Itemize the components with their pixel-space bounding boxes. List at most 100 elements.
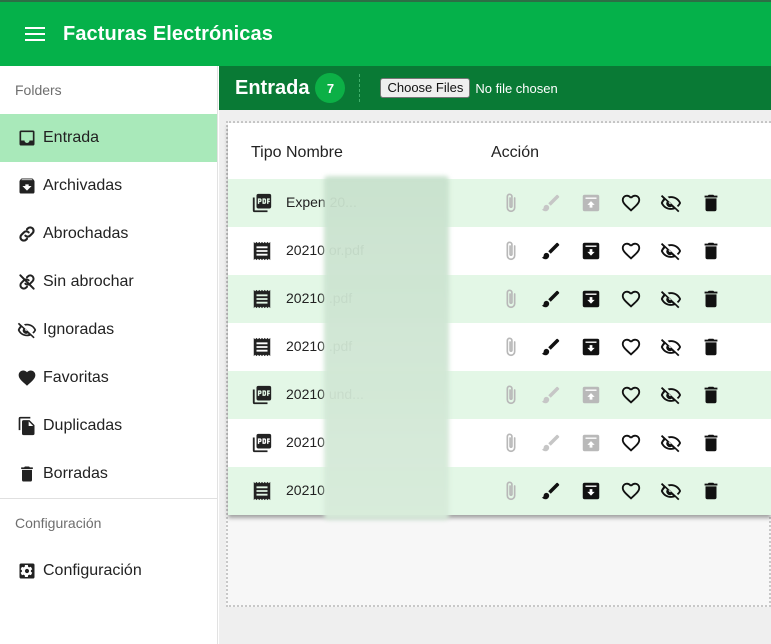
- content-header: Entrada 7 Choose Files No file chosen: [219, 66, 771, 110]
- table-row[interactable]: 20210 .pdf: [228, 275, 771, 323]
- brush-icon[interactable]: [539, 287, 563, 311]
- sidebar-item-label: Archivadas: [43, 177, 123, 194]
- sidebar-item-label: Borradas: [43, 465, 108, 482]
- table-row[interactable]: 20210 und...: [228, 371, 771, 419]
- table-row[interactable]: 20210 or.pdf: [228, 227, 771, 275]
- table-row[interactable]: 20210: [228, 419, 771, 467]
- sidebar-item-configuracion[interactable]: Configuración: [0, 547, 217, 595]
- attachment-icon[interactable]: [499, 335, 523, 359]
- sidebar-item-label: Favoritas: [43, 369, 109, 386]
- archive-icon[interactable]: [579, 479, 603, 503]
- inbox-icon: [17, 128, 37, 148]
- archive-icon[interactable]: [579, 431, 603, 455]
- redaction-blur: [324, 176, 449, 520]
- eye-off-icon[interactable]: [659, 431, 683, 455]
- sidebar-item-label: Abrochadas: [43, 225, 129, 242]
- eye-off-icon[interactable]: [659, 191, 683, 215]
- file-status: No file chosen: [475, 80, 558, 96]
- eye-off-icon[interactable]: [659, 287, 683, 311]
- attachment-icon[interactable]: [499, 239, 523, 263]
- trash-icon: [17, 464, 37, 484]
- sidebar-item-borradas[interactable]: Borradas: [0, 450, 217, 498]
- eye-off-icon[interactable]: [659, 239, 683, 263]
- pdf-icon: [251, 432, 273, 454]
- sidebar-item-duplicadas[interactable]: Duplicadas: [0, 402, 217, 450]
- copy-icon: [17, 416, 37, 436]
- page-title: Entrada: [235, 76, 310, 99]
- count-badge: 7: [315, 73, 346, 103]
- heart-outline-icon[interactable]: [619, 383, 643, 407]
- settings-icon: [17, 561, 37, 581]
- heart-outline-icon[interactable]: [619, 239, 643, 263]
- column-header-tipo: Tipo: [251, 144, 282, 161]
- eye-off-icon[interactable]: [659, 383, 683, 407]
- attachment-icon[interactable]: [499, 191, 523, 215]
- archive-icon: [17, 176, 37, 196]
- heart-outline-icon[interactable]: [619, 191, 643, 215]
- trash-icon[interactable]: [699, 239, 723, 263]
- trash-icon[interactable]: [699, 191, 723, 215]
- eye-off-icon[interactable]: [659, 479, 683, 503]
- receipt-icon: [251, 336, 273, 358]
- trash-icon[interactable]: [699, 335, 723, 359]
- trash-icon[interactable]: [699, 287, 723, 311]
- trash-icon[interactable]: [699, 479, 723, 503]
- link-icon: [17, 224, 37, 244]
- brush-icon[interactable]: [539, 431, 563, 455]
- sidebar-item-entrada[interactable]: Entrada: [0, 114, 217, 162]
- app-bar: Facturas Electrónicas: [0, 0, 771, 66]
- table-row[interactable]: 20210 .pdf: [228, 323, 771, 371]
- table-row[interactable]: Expen 20...: [228, 179, 771, 227]
- brush-icon[interactable]: [539, 479, 563, 503]
- heart-outline-icon[interactable]: [619, 431, 643, 455]
- sidebar-item-ignoradas[interactable]: Ignoradas: [0, 306, 217, 354]
- sidebar: Folders Entrada Archivadas Abrochadas Si…: [0, 66, 218, 644]
- receipt-icon: [251, 240, 273, 262]
- attachment-icon[interactable]: [499, 287, 523, 311]
- trash-icon[interactable]: [699, 383, 723, 407]
- brush-icon[interactable]: [539, 191, 563, 215]
- app-title: Facturas Electrónicas: [63, 22, 273, 45]
- pdf-icon: [251, 192, 273, 214]
- sidebar-item-label: Configuración: [43, 562, 142, 579]
- table-row[interactable]: 20210: [228, 467, 771, 515]
- attachment-icon[interactable]: [499, 431, 523, 455]
- header-divider: [359, 74, 361, 102]
- sidebar-item-favoritas[interactable]: Favoritas: [0, 354, 217, 402]
- invoice-table: Tipo Nombre Acción Expen 20...20210 or.p…: [228, 123, 771, 515]
- pdf-icon: [251, 384, 273, 406]
- column-header-nombre: Nombre: [286, 144, 343, 161]
- receipt-icon: [251, 288, 273, 310]
- eye-off-icon: [17, 320, 37, 340]
- menu-icon[interactable]: [25, 27, 45, 41]
- attachment-icon[interactable]: [499, 479, 523, 503]
- column-header-accion: Acción: [491, 144, 540, 161]
- heart-outline-icon[interactable]: [619, 479, 643, 503]
- receipt-icon: [251, 480, 273, 502]
- sidebar-item-label: Entrada: [43, 129, 100, 146]
- brush-icon[interactable]: [539, 383, 563, 407]
- folders-section-title: Folders: [15, 82, 62, 98]
- sidebar-item-label: Sin abrochar: [43, 273, 134, 290]
- heart-outline-icon[interactable]: [619, 287, 643, 311]
- brush-icon[interactable]: [539, 239, 563, 263]
- sidebar-item-archivadas[interactable]: Archivadas: [0, 162, 217, 210]
- sidebar-item-abrochadas[interactable]: Abrochadas: [0, 210, 217, 258]
- archive-icon[interactable]: [579, 191, 603, 215]
- archive-icon[interactable]: [579, 383, 603, 407]
- choose-files-button[interactable]: Choose Files: [380, 78, 471, 98]
- archive-icon[interactable]: [579, 239, 603, 263]
- eye-off-icon[interactable]: [659, 335, 683, 359]
- attachment-icon[interactable]: [499, 383, 523, 407]
- archive-icon[interactable]: [579, 287, 603, 311]
- heart-outline-icon[interactable]: [619, 335, 643, 359]
- link-off-icon: [17, 272, 37, 292]
- archive-icon[interactable]: [579, 335, 603, 359]
- config-section-title: Configuración: [15, 515, 102, 531]
- heart-icon: [17, 368, 37, 388]
- sidebar-item-sin-abrochar[interactable]: Sin abrochar: [0, 258, 217, 306]
- brush-icon[interactable]: [539, 335, 563, 359]
- trash-icon[interactable]: [699, 431, 723, 455]
- sidebar-item-label: Ignoradas: [43, 321, 115, 338]
- sidebar-item-label: Duplicadas: [43, 417, 123, 434]
